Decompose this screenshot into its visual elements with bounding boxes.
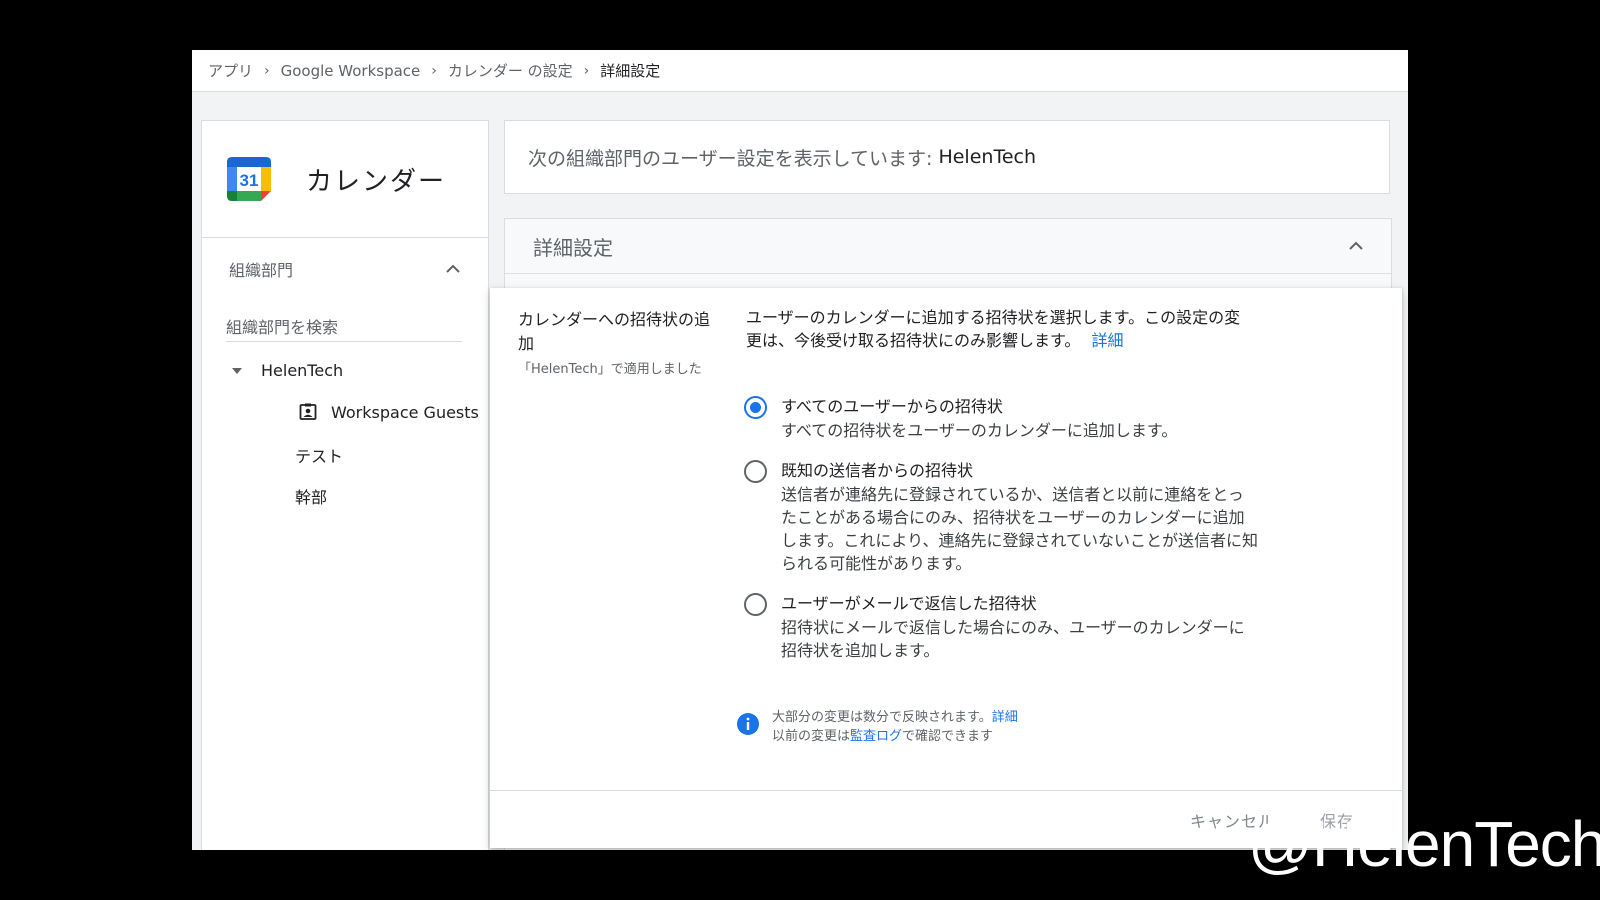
option-text: ユーザーがメールで返信した招待状 招待状にメールで返信した場合にのみ、ユーザーの… xyxy=(781,592,1259,662)
org-units-header[interactable]: 組織部門 xyxy=(202,238,488,300)
app-header: 31 カレンダー xyxy=(202,121,488,238)
setting-applied-status: 「HelenTech」で適用しました xyxy=(518,362,702,377)
option-all-users[interactable]: すべてのユーザーからの招待状 すべての招待状をユーザーのカレンダーに追加します。 xyxy=(744,395,1264,442)
option-description: 送信者が連絡先に登録されているか、送信者と以前に連絡をとったことがある場合にのみ… xyxy=(781,485,1258,573)
option-text: 既知の送信者からの招待状 送信者が連絡先に登録されているか、送信者と以前に連絡を… xyxy=(781,459,1259,575)
chevron-right-icon: › xyxy=(431,62,437,79)
option-title: ユーザーがメールで返信した招待状 xyxy=(781,594,1037,613)
caret-down-icon[interactable] xyxy=(230,364,244,378)
breadcrumb: アプリ › Google Workspace › カレンダー の設定 › 詳細設… xyxy=(192,50,1408,92)
option-title: すべてのユーザーからの招待状 xyxy=(781,397,1003,416)
breadcrumb-apps[interactable]: アプリ xyxy=(208,60,253,81)
tree-item-workspace-guests[interactable]: Workspace Guests xyxy=(298,402,479,422)
info-line-2: 以前の変更は監査ログで確認できます xyxy=(772,727,1018,746)
radio-replied-invites[interactable] xyxy=(744,593,767,616)
option-description: すべての招待状をユーザーのカレンダーに追加します。 xyxy=(781,421,1178,440)
tree-item-test[interactable]: テスト xyxy=(295,443,343,467)
logo-number: 31 xyxy=(240,171,259,190)
chevron-up-icon[interactable] xyxy=(444,260,462,278)
chevron-up-icon[interactable] xyxy=(1347,237,1365,255)
info-notice: 大部分の変更は数分で反映されます。詳細 以前の変更は監査ログで確認できます xyxy=(736,708,1018,746)
tree-item-label: 幹部 xyxy=(295,488,328,507)
option-text: すべてのユーザーからの招待状 すべての招待状をユーザーのカレンダーに追加します。 xyxy=(781,395,1259,442)
org-unit-banner: 次の組織部門のユーザー設定を表示しています: HelenTech xyxy=(504,120,1390,194)
tree-item-label: テスト xyxy=(295,447,344,466)
radio-known-senders[interactable] xyxy=(744,460,767,483)
setting-edit-panel: カレンダーへの招待状の追加 「HelenTech」で適用しました ユーザーのカレ… xyxy=(490,288,1402,848)
admin-console-window: アプリ › Google Workspace › カレンダー の設定 › 詳細設… xyxy=(192,50,1408,850)
chevron-right-icon: › xyxy=(583,62,590,79)
tree-item-label: Workspace Guests xyxy=(331,402,479,422)
section-title: 詳細設定 xyxy=(533,235,613,260)
info-line-1-text: 大部分の変更は数分で反映されます。 xyxy=(772,710,992,725)
banner-prefix: 次の組織部門のユーザー設定を表示しています: xyxy=(528,147,933,170)
google-calendar-logo: 31 xyxy=(227,157,271,201)
tree-item-executives[interactable]: 幹部 xyxy=(295,484,327,508)
info-icon xyxy=(737,713,759,735)
option-replied-invites[interactable]: ユーザーがメールで返信した招待状 招待状にメールで返信した場合にのみ、ユーザーの… xyxy=(744,592,1264,662)
section-header[interactable]: 詳細設定 xyxy=(505,219,1391,274)
details-link[interactable]: 詳細 xyxy=(1092,331,1124,350)
sidebar: 31 カレンダー 組織部門 HelenTech xyxy=(201,120,489,850)
chevron-right-icon: › xyxy=(264,62,270,79)
tree-item-helentech[interactable]: HelenTech xyxy=(230,361,343,380)
app-title: カレンダー xyxy=(306,166,447,197)
org-unit-search-input[interactable] xyxy=(226,318,462,337)
org-units-label: 組織部門 xyxy=(229,261,294,280)
info-line-1: 大部分の変更は数分で反映されます。詳細 xyxy=(772,708,1018,727)
banner-org-name: HelenTech xyxy=(938,146,1036,168)
tree-item-label: HelenTech xyxy=(261,361,344,380)
info-details-link[interactable]: 詳細 xyxy=(992,710,1018,725)
breadcrumb-current: 詳細設定 xyxy=(600,62,661,80)
option-description: 招待状にメールで返信した場合にのみ、ユーザーのカレンダーに招待状を追加します。 xyxy=(781,618,1245,660)
breadcrumb-calendar-settings[interactable]: カレンダー の設定 xyxy=(448,60,573,81)
option-known-senders[interactable]: 既知の送信者からの招待状 送信者が連絡先に登録されているか、送信者と以前に連絡を… xyxy=(744,459,1264,575)
breadcrumb-google-workspace[interactable]: Google Workspace xyxy=(281,62,421,80)
watermark: @HelenTech xyxy=(1248,812,1600,880)
setting-description: ユーザーのカレンダーに追加する招待状を選択します。この設定の変更は、今後受け取る… xyxy=(746,306,1256,352)
info-line-2-prefix: 以前の変更は xyxy=(772,729,851,744)
info-text: 大部分の変更は数分で反映されます。詳細 以前の変更は監査ログで確認できます xyxy=(772,708,1018,746)
org-unit-search xyxy=(226,318,462,342)
setting-label: カレンダーへの招待状の追加 xyxy=(518,310,711,353)
contact-badge-icon xyxy=(299,403,317,420)
audit-log-link[interactable]: 監査ログ xyxy=(850,729,902,744)
radio-all-users[interactable] xyxy=(744,396,767,419)
setting-description-text: ユーザーのカレンダーに追加する招待状を選択します。この設定の変更は、今後受け取る… xyxy=(746,308,1241,350)
radio-dot xyxy=(750,402,761,413)
option-title: 既知の送信者からの招待状 xyxy=(781,461,974,480)
info-line-2-suffix: で確認できます xyxy=(902,729,994,744)
